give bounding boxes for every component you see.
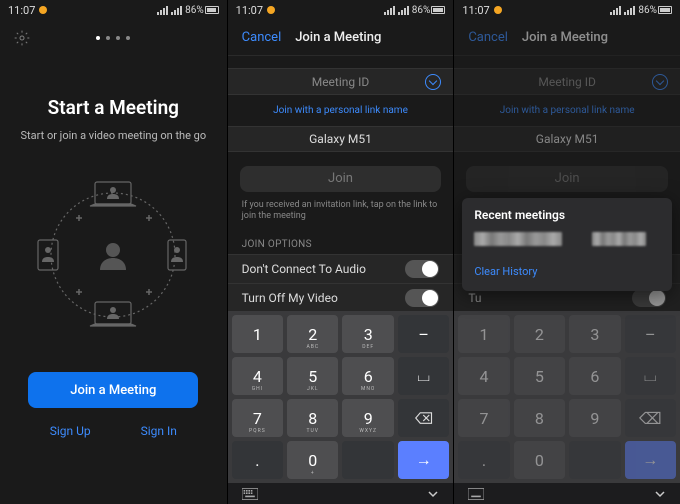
notification-dot-icon (39, 6, 47, 14)
battery-indicator: 86% (185, 5, 219, 16)
meeting-id-placeholder: Meeting ID (312, 75, 370, 89)
key-period[interactable]: . (232, 441, 283, 479)
key-3[interactable]: 3DEF (342, 315, 393, 353)
key-0[interactable]: 0+ (287, 441, 338, 479)
signin-link[interactable]: Sign In (141, 424, 177, 438)
status-bar: 11:07 86% (0, 0, 227, 20)
clear-history-button[interactable]: Clear History (474, 265, 537, 278)
gear-icon[interactable] (14, 30, 30, 46)
numeric-keypad: 1 2 3 – 4 5 6 ⌴ 7 8 9 ⌫ . 0 → (454, 311, 680, 483)
key-5[interactable]: 5 (514, 357, 565, 395)
join-meeting-button[interactable]: Join a Meeting (28, 372, 198, 408)
key-9[interactable]: 9WXYZ (342, 399, 393, 437)
keyboard-collapse-icon[interactable] (654, 488, 666, 500)
status-time: 11:07 (8, 4, 35, 17)
signal-icon (624, 6, 635, 15)
key-space[interactable]: ⌴ (398, 357, 449, 395)
key-4[interactable]: 4GHI (232, 357, 283, 395)
status-bar: 11:07 86% (228, 0, 454, 20)
meeting-id-field[interactable]: Meeting ID (454, 68, 680, 95)
redacted-meeting-name (592, 232, 646, 246)
join-button[interactable]: Join (466, 166, 668, 191)
key-0[interactable]: 0 (514, 441, 565, 479)
popup-title: Recent meetings (474, 208, 660, 222)
join-options-label: JOIN OPTIONS (228, 233, 454, 254)
wifi-icon (384, 6, 395, 15)
signal-icon (398, 6, 409, 15)
display-name-field[interactable]: Galaxy M51 (228, 126, 454, 152)
key-go[interactable]: → (625, 441, 676, 479)
keyboard-switch-icon[interactable] (242, 488, 258, 500)
display-name-field[interactable]: Galaxy M51 (454, 126, 680, 152)
notification-dot-icon (494, 6, 502, 14)
key-dash[interactable]: – (398, 315, 449, 353)
wifi-icon (610, 6, 621, 15)
page-indicator (96, 36, 130, 40)
personal-link-button[interactable]: Join with a personal link name (228, 95, 454, 126)
key-3[interactable]: 3 (569, 315, 620, 353)
key-empty (342, 441, 393, 479)
option-video-row[interactable]: Turn Off My Video (228, 283, 454, 312)
status-time: 11:07 (462, 4, 489, 17)
key-dash[interactable]: – (625, 315, 676, 353)
notification-dot-icon (267, 6, 275, 14)
cancel-button[interactable]: Cancel (242, 30, 282, 45)
meeting-illustration (28, 170, 198, 340)
screen-title: Join a Meeting (295, 30, 381, 45)
key-2[interactable]: 2ABC (287, 315, 338, 353)
page-title: Start a Meeting (48, 96, 179, 119)
video-toggle[interactable] (405, 289, 439, 307)
signup-link[interactable]: Sign Up (50, 424, 91, 438)
key-8[interactable]: 8TUV (287, 399, 338, 437)
battery-indicator: 86% (638, 5, 672, 16)
join-button[interactable]: Join (240, 166, 442, 191)
option-audio-row[interactable]: Don't Connect To Audio (228, 254, 454, 283)
recent-meeting-item[interactable] (474, 232, 660, 246)
key-7[interactable]: 7 (458, 399, 509, 437)
key-6[interactable]: 6 (569, 357, 620, 395)
screen-title: Join a Meeting (522, 30, 608, 45)
audio-toggle[interactable] (405, 260, 439, 278)
redacted-meeting-id (474, 232, 562, 246)
signal-icon (171, 6, 182, 15)
key-go[interactable]: → (398, 441, 449, 479)
key-4[interactable]: 4 (458, 357, 509, 395)
keyboard-switch-icon[interactable] (468, 488, 484, 500)
battery-indicator: 86% (412, 5, 446, 16)
status-bar: 11:07 86% (454, 0, 680, 20)
status-time: 11:07 (236, 4, 263, 17)
numeric-keypad: 1 2ABC 3DEF – 4GHI 5JKL 6MNO ⌴ 7PQRS 8TU… (228, 311, 454, 483)
key-6[interactable]: 6MNO (342, 357, 393, 395)
key-space[interactable]: ⌴ (625, 357, 676, 395)
key-empty (569, 441, 620, 479)
key-2[interactable]: 2 (514, 315, 565, 353)
key-5[interactable]: 5JKL (287, 357, 338, 395)
personal-link-button[interactable]: Join with a personal link name (454, 95, 680, 126)
key-backspace[interactable]: ⌫ (625, 399, 676, 437)
key-period[interactable]: . (458, 441, 509, 479)
chevron-down-icon[interactable] (652, 74, 668, 90)
invitation-hint: If you received an invitation link, tap … (228, 200, 454, 233)
wifi-icon (157, 6, 168, 15)
page-subtitle: Start or join a video meeting on the go (21, 129, 207, 142)
key-backspace[interactable] (398, 399, 449, 437)
key-8[interactable]: 8 (514, 399, 565, 437)
chevron-down-icon[interactable] (425, 74, 441, 90)
key-7[interactable]: 7PQRS (232, 399, 283, 437)
cancel-button[interactable]: Cancel (468, 30, 508, 45)
recent-meetings-popup: Recent meetings Clear History (462, 198, 672, 291)
keyboard-collapse-icon[interactable] (427, 488, 439, 500)
key-1[interactable]: 1 (458, 315, 509, 353)
key-1[interactable]: 1 (232, 315, 283, 353)
key-9[interactable]: 9 (569, 399, 620, 437)
meeting-id-field[interactable]: Meeting ID (228, 68, 454, 95)
video-toggle[interactable] (632, 289, 666, 307)
